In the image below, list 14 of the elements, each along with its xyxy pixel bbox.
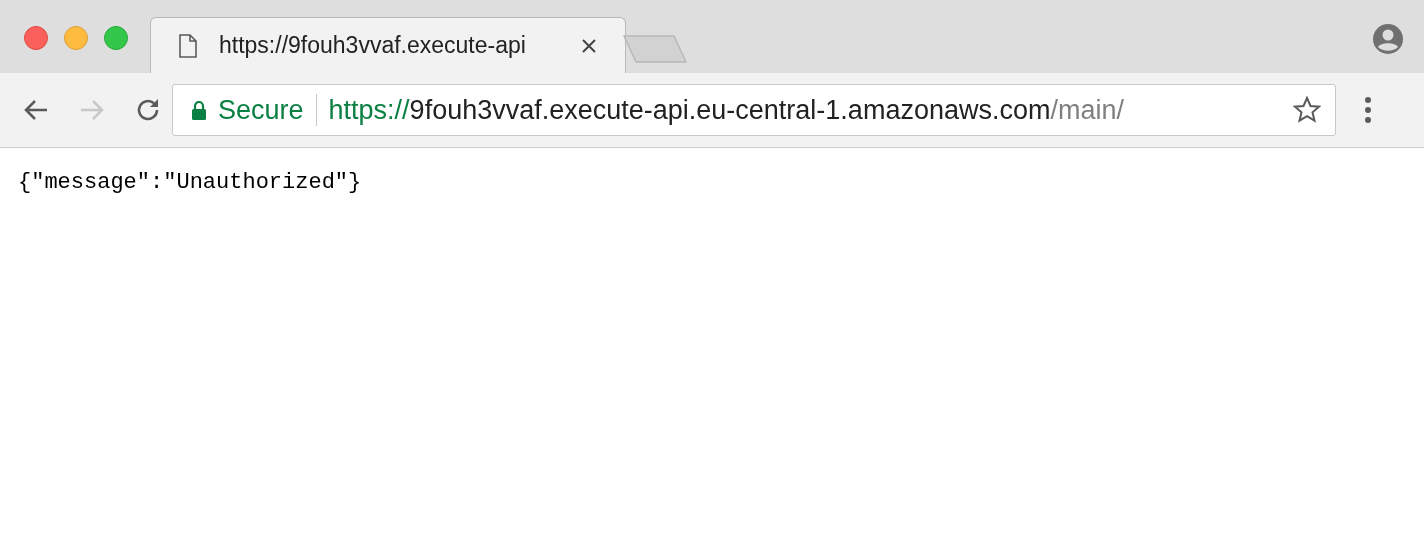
tab-title: https://9fouh3vvaf.execute-api: [219, 31, 526, 61]
bookmark-star-icon[interactable]: [1293, 96, 1321, 124]
zoom-window-button[interactable]: [104, 26, 128, 50]
menu-icon[interactable]: [1364, 96, 1372, 124]
security-label: Secure: [218, 93, 304, 127]
address-bar[interactable]: Secure https://9fouh3vvaf.execute-api.eu-central-1.amazonaws.com/main/: [172, 84, 1336, 136]
browser-tab[interactable]: https://9fouh3vvaf.execute-api: [150, 17, 626, 73]
close-window-button[interactable]: [24, 26, 48, 50]
page-icon: [179, 33, 197, 58]
url-text: https://9fouh3vvaf.execute-api.eu-central-1.amazonaws.com/main/: [328, 93, 1124, 127]
profile-icon[interactable]: [1372, 23, 1404, 55]
close-tab-icon[interactable]: [581, 37, 597, 54]
lock-icon: [191, 100, 207, 120]
response-text: {"message":"Unauthorized"}: [18, 169, 362, 197]
